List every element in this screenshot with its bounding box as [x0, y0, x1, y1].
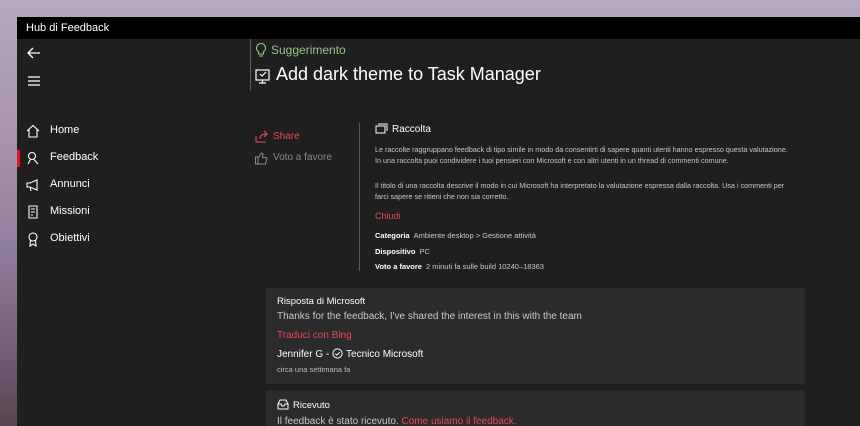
collection-icon [375, 123, 388, 136]
feedback-type-label: Suggerimento [271, 43, 346, 57]
verified-check-icon [332, 348, 343, 359]
sidebar-item-feedback[interactable]: Feedback [17, 145, 233, 172]
main-content: Suggerimento Add dark theme to Task Mana… [233, 39, 860, 426]
share-icon [254, 130, 269, 144]
home-icon [25, 123, 41, 139]
response-time: circa una settimana fa [277, 365, 351, 374]
received-icon [277, 399, 289, 410]
response-heading: Risposta di Microsoft [277, 296, 366, 307]
category-value: Ambiente desktop > Gestione attività [413, 231, 536, 240]
close-link[interactable]: Chiudi [375, 211, 401, 221]
hamburger-menu-icon[interactable] [25, 72, 43, 90]
thumbs-up-icon [254, 151, 269, 165]
sidebar-item-annunci[interactable]: Annunci [17, 172, 233, 199]
upvote-info-row: Voto a favore 2 minuti fa sulle build 102… [375, 262, 544, 271]
device-value: PC [419, 247, 430, 256]
sidebar-item-missioni[interactable]: Missioni [17, 199, 233, 226]
category-row: Categoria Ambiente desktop > Gestione att… [375, 231, 536, 240]
device-row: Dispositivo PC [375, 247, 430, 256]
badge-icon [25, 231, 41, 247]
feedback-title: Add dark theme to Task Manager [276, 64, 541, 84]
window-title: Hub di Feedback [26, 22, 110, 34]
header-divider [250, 39, 251, 91]
monitor-feedback-icon [254, 68, 272, 86]
sidebar-item-home[interactable]: Home [17, 118, 233, 145]
share-label: Share [273, 131, 300, 142]
upvote-info-value: 2 minuti fa sulle build 10240–18363 [425, 262, 544, 271]
collection-heading-label: Raccolta [392, 124, 431, 135]
upvote-info-label: Voto a favore [375, 262, 422, 271]
sidebar: Home Feedback Annunci Missioni Obiettivi [17, 39, 233, 426]
title-bar[interactable]: Hub di Feedback [17, 17, 860, 39]
app-window: Hub di Feedback Home Feedback Annunci Mi… [17, 17, 860, 426]
sidebar-item-label: Missioni [50, 205, 90, 217]
status-card: Ricevuto Il feedback è stato ricevuto. C… [266, 390, 805, 426]
category-label: Categoria [375, 231, 410, 240]
sidebar-item-label: Feedback [50, 151, 99, 163]
megaphone-icon [25, 177, 41, 193]
response-author-row: Jennifer G - Tecnico Microsoft [277, 348, 423, 360]
status-heading: Ricevuto [293, 400, 330, 411]
feedback-usage-link[interactable]: Come usiamo il feedback. [402, 416, 517, 426]
feedback-icon [25, 150, 41, 166]
sidebar-item-label: Home [50, 124, 80, 136]
quest-icon [25, 204, 41, 220]
device-label: Dispositivo [375, 247, 416, 256]
collection-paragraph-1: Le raccolte raggruppano feedback di tipo… [375, 145, 788, 165]
author-role: Tecnico Microsoft [346, 349, 424, 360]
collection-paragraph-2: Il titolo di una raccolta descrive il mo… [375, 181, 785, 201]
status-heading-row: Ricevuto [277, 399, 330, 411]
sidebar-item-label: Annunci [50, 178, 90, 190]
translate-link[interactable]: Traduci con Bing [277, 330, 352, 341]
status-text-row: Il feedback è stato ricevuto. Come usiam… [277, 416, 517, 426]
collection-panel: Raccolta Le raccolte raggruppano feedbac… [359, 123, 819, 275]
sidebar-item-label: Obiettivi [50, 232, 90, 244]
lightbulb-icon [254, 42, 268, 58]
back-arrow-icon[interactable] [25, 44, 43, 62]
microsoft-response-card: Risposta di Microsoft Thanks for the fee… [266, 288, 805, 384]
response-text: Thanks for the feedback, I've shared the… [277, 311, 582, 322]
sidebar-item-obiettivi[interactable]: Obiettivi [17, 226, 233, 253]
upvote-label: Voto a favore [273, 152, 332, 163]
status-text: Il feedback è stato ricevuto. [277, 416, 402, 426]
author-name: Jennifer G - [277, 349, 333, 360]
